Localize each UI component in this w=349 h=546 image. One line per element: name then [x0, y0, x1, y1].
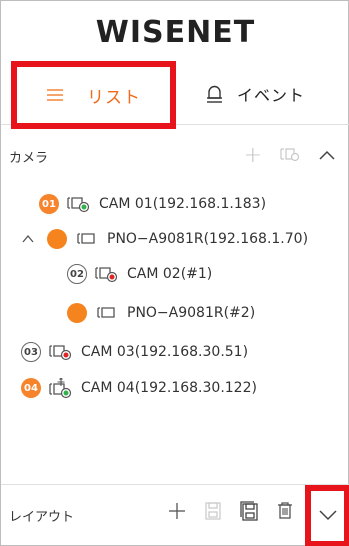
camera-settings-icon[interactable] [280, 146, 300, 166]
list-item[interactable]: PNO−A9081R(#2) [67, 300, 255, 326]
layout-section-title: レイアウト [9, 510, 75, 525]
add-icon[interactable] [167, 500, 187, 522]
channel-badge: 04 [21, 378, 41, 398]
device-label: CAM 02(#1) [127, 266, 213, 282]
delete-icon[interactable] [275, 500, 295, 522]
wisenet-logo: WISENET [95, 15, 256, 50]
device-label: PNO−A9081R(192.168.1.70) [107, 231, 309, 247]
tab-list[interactable]: リスト [11, 61, 176, 129]
tab-event[interactable]: イベント [206, 77, 305, 111]
list-icon [47, 89, 63, 101]
device-label: CAM 04(192.168.30.122) [81, 380, 257, 396]
ptz-camera-icon [49, 377, 73, 399]
tab-list-label: リスト [87, 87, 141, 108]
camera-online-icon [67, 194, 91, 214]
save-as-icon[interactable] [239, 500, 259, 522]
add-icon[interactable]: + [244, 145, 262, 167]
layout-collapse-button[interactable] [305, 485, 349, 546]
channel-badge: 02 [67, 264, 87, 284]
bell-icon [206, 85, 223, 103]
camera-recording-icon [49, 342, 73, 362]
camera-recording-icon [95, 264, 119, 284]
footer-divider [1, 484, 349, 485]
list-item[interactable]: PNO−A9081R(192.168.1.70) [21, 226, 308, 252]
channel-badge: 03 [21, 342, 41, 362]
channel-badge: 01 [39, 194, 59, 214]
list-item[interactable]: 01 CAM 01(192.168.1.183) [39, 191, 266, 217]
nvr-icon [75, 229, 99, 249]
device-label: CAM 03(192.168.30.51) [81, 344, 249, 360]
chevron-down-icon [318, 507, 338, 526]
chevron-up-icon[interactable] [318, 147, 336, 165]
nvr-status-dot [67, 303, 87, 323]
device-label: PNO−A9081R(#2) [127, 305, 256, 321]
app-panel: WISENET リスト イベント カメラ + 01 CAM 01(192.168… [0, 0, 349, 546]
list-item[interactable]: 03 CAM 03(192.168.30.51) [21, 339, 248, 365]
layout-actions [167, 500, 295, 522]
list-item[interactable]: 02 CAM 02(#1) [67, 261, 212, 287]
chevron-up-icon[interactable] [21, 232, 35, 246]
tab-event-label: イベント [237, 86, 306, 105]
camera-section-actions: + [244, 145, 336, 167]
nvr-status-dot [47, 229, 67, 249]
list-item[interactable]: 04 CAM 04(192.168.30.122) [21, 375, 257, 401]
device-label: CAM 01(192.168.1.183) [99, 196, 267, 212]
nvr-icon [95, 303, 119, 323]
save-icon[interactable] [203, 500, 223, 522]
